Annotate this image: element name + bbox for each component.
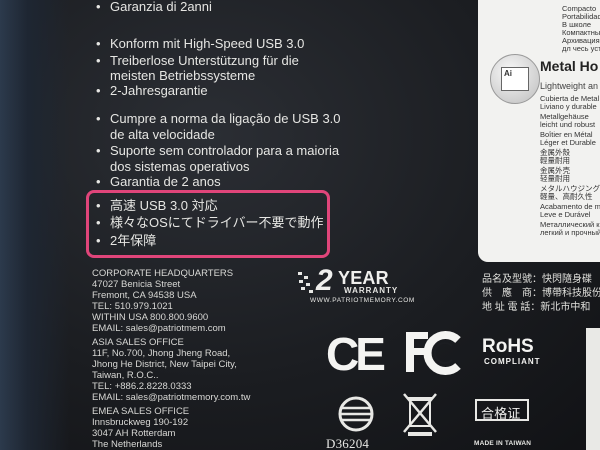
emea-line: Innsbruckweg 190-192 (92, 417, 189, 428)
rohs-mark: RoHS (482, 336, 534, 357)
panel-sub: Leve e Durável (540, 210, 591, 219)
certification-globe-icon (338, 396, 374, 432)
made-in: MADE IN TAIWAN (474, 440, 532, 447)
warranty-number: 2 (316, 264, 333, 297)
panel-sub: 轻量耐用 (540, 174, 570, 183)
highlight-box (86, 190, 330, 258)
jp-info-line: 地 址 電 話：新北市中和 (482, 302, 591, 313)
panel-sub: легкий и прочный (540, 228, 600, 237)
warranty-sub: WARRANTY (344, 286, 399, 295)
panel-line: дл чесь устрой... (562, 44, 600, 53)
panel-sub: 軽量、高耐久性 (540, 192, 593, 201)
hege-text: 合格证 (481, 406, 521, 421)
weee-bin-icon (403, 393, 437, 436)
feature-de-4: 2-Jahresgarantie (96, 82, 208, 99)
fc-mark-icon (406, 331, 461, 375)
asia-line: EMAIL: sales@patriotmemory.com.tw (92, 392, 251, 403)
hq-line: TEL: 510.979.1021 (92, 301, 173, 312)
hq-line: 47027 Benicia Street (92, 279, 181, 290)
hq-title: CORPORATE HEADQUARTERS (92, 268, 234, 279)
jp-info-line: 供 應 商：博帶科技股份 (482, 288, 600, 299)
panel-sub: Lightweight an (540, 81, 599, 91)
feature-pt-1: Cumpre a norma da ligação de USB 3.0 (96, 110, 340, 127)
hq-line: Fremont, CA 94538 USA (92, 290, 197, 301)
feature-panel: Compacto Portabilidade e... В школе Комп… (478, 0, 600, 262)
product-box-photo: Garanzia di 2anni Konform mit High-Speed… (0, 0, 600, 450)
hq-line: WITHIN USA 800.800.9600 (92, 312, 209, 323)
rohs-sub: COMPLIANT (484, 357, 541, 366)
feature-de-1: Konform mit High-Speed USB 3.0 (96, 35, 304, 52)
jp-info-line: 品名及型號：快閃隨身碟 (482, 274, 592, 285)
warranty-logo: 2 YEAR WARRANTY WWW.PATRIOTMEMORY.COM (296, 264, 436, 306)
emea-line: The Netherlands (92, 439, 163, 450)
cert-code: D36204 (326, 436, 370, 450)
white-label-strip (586, 328, 600, 450)
feature-italian-warranty: Garanzia di 2anni (96, 0, 212, 15)
panel-icon-disc: Ai (490, 54, 540, 104)
feature-pt-3: Suporte sem controlador para a maioria (96, 142, 339, 159)
asia-line: Taiwan, R.O.C.. (92, 370, 159, 381)
panel-sub: leicht und robust (540, 120, 596, 129)
asia-line: Jhong He District, New Taipei City, (92, 359, 237, 370)
asia-title: ASIA SALES OFFICE (92, 337, 184, 348)
emea-title: EMEA SALES OFFICE (92, 406, 190, 417)
asia-line: 11F, No.700, Jhong Jheng Road, (92, 348, 231, 359)
hege-badge: 合格证 (475, 399, 529, 421)
warranty-url: WWW.PATRIOTMEMORY.COM (310, 297, 415, 304)
ai-label: Ai (504, 69, 512, 78)
fc-logo (402, 328, 466, 376)
metal-housing-icon: Ai (501, 67, 529, 91)
panel-sub: Léger et Durable (540, 138, 596, 147)
ce-mark: CE (326, 328, 386, 380)
box-edge (0, 0, 70, 450)
panel-heading: Metal Ho (540, 58, 599, 74)
hq-line: EMAIL: sales@patriotmem.com (92, 323, 226, 334)
emea-line: 3047 AH Rotterdam (92, 428, 176, 439)
panel-sub: 輕量耐用 (540, 156, 570, 165)
panel-sub: Liviano y durable (540, 102, 597, 111)
feature-pt-2: de alta velocidade (110, 127, 215, 142)
asia-line: TEL: +886.2.8228.0333 (92, 381, 192, 392)
feature-pt-5: Garantia de 2 anos (96, 173, 221, 190)
